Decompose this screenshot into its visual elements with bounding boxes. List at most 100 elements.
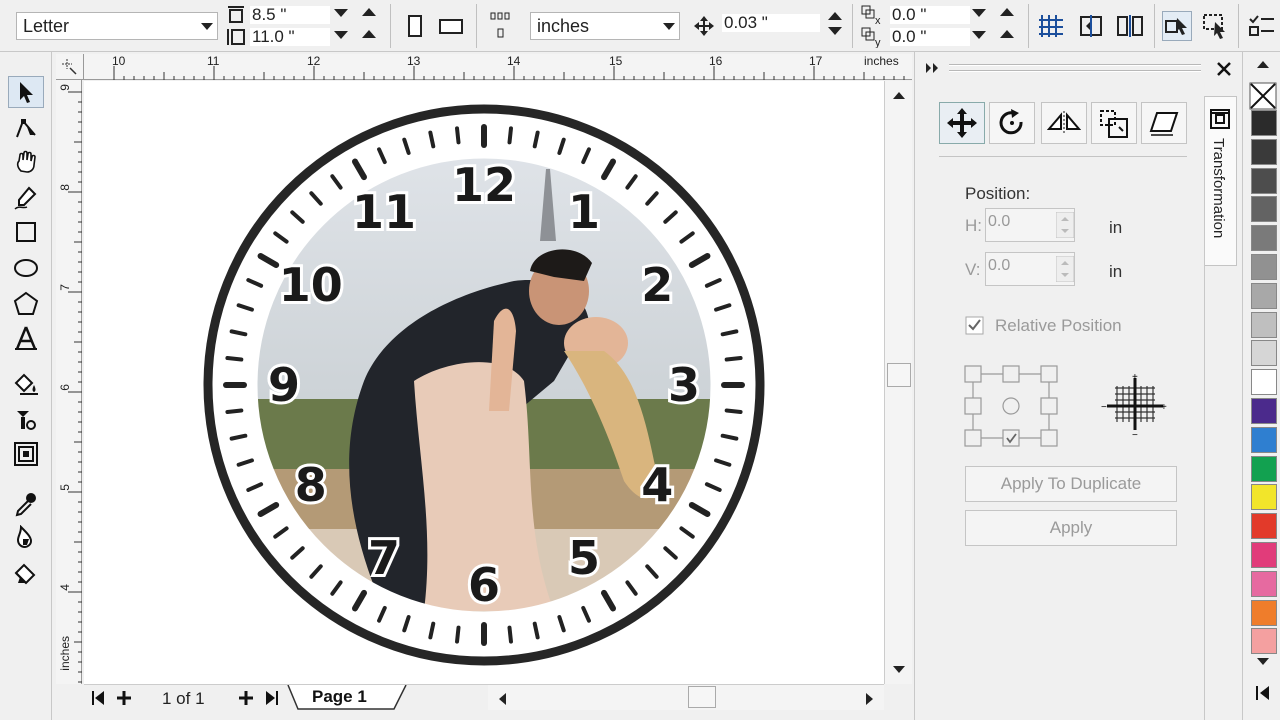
- shape-tool[interactable]: [8, 112, 44, 144]
- transformation-tab-label[interactable]: Transformation: [1210, 138, 1227, 238]
- color-swatch[interactable]: [1251, 282, 1277, 309]
- select-lasso-button[interactable]: [1200, 11, 1230, 41]
- last-page-icon[interactable]: [264, 689, 280, 707]
- color-swatch[interactable]: [1251, 513, 1277, 540]
- vertical-scroll-thumb[interactable]: [887, 363, 911, 387]
- vertical-scrollbar[interactable]: [884, 81, 912, 684]
- scroll-right-icon[interactable]: [864, 691, 876, 707]
- add-page-before-icon[interactable]: [116, 689, 132, 707]
- no-color-swatch[interactable]: [1249, 82, 1277, 110]
- color-swatch[interactable]: [1251, 196, 1277, 223]
- h-spinner-icon[interactable]: [1056, 212, 1074, 238]
- skew-icon: [1149, 112, 1179, 136]
- apply-to-duplicate-button[interactable]: Apply To Duplicate: [965, 466, 1177, 502]
- ruler-origin[interactable]: [56, 54, 84, 80]
- grid-snap-icon[interactable]: [1038, 13, 1064, 39]
- clock-minute-tick: [229, 329, 248, 337]
- color-swatch[interactable]: [1251, 484, 1277, 511]
- fill-tool[interactable]: [8, 368, 44, 400]
- docker-expand-icon[interactable]: [925, 62, 941, 74]
- page-width-input[interactable]: 8.5 ": [250, 6, 330, 24]
- color-swatch[interactable]: [1251, 138, 1277, 165]
- contour-tool[interactable]: [8, 438, 44, 470]
- guidelines-icon[interactable]: [1078, 13, 1104, 39]
- pan-tool[interactable]: [8, 146, 44, 178]
- h-position-input[interactable]: 0.0: [985, 208, 1075, 242]
- smart-fill-tool[interactable]: [8, 558, 44, 590]
- page-height-input[interactable]: 11.0 ": [250, 28, 330, 46]
- duplicate-y-input[interactable]: 0.0 ": [890, 28, 970, 46]
- portrait-button[interactable]: [400, 11, 430, 41]
- palette-scroll-up-icon[interactable]: [1255, 58, 1271, 70]
- clock-artwork[interactable]: 12 12 3 45 6 78 9 1011: [84, 81, 884, 684]
- size-tab-button[interactable]: [1091, 102, 1137, 144]
- scroll-left-icon[interactable]: [496, 691, 508, 707]
- vertical-ruler[interactable]: 9 8 7 6 5 4 inches: [56, 80, 82, 684]
- width-spin-down[interactable]: [334, 9, 348, 17]
- rotate-tab-button[interactable]: [989, 102, 1035, 144]
- color-swatch[interactable]: [1251, 599, 1277, 626]
- dupx-spin-up[interactable]: [1000, 8, 1014, 16]
- color-swatch[interactable]: [1251, 340, 1277, 367]
- scale-mirror-tab-button[interactable]: [1041, 102, 1087, 144]
- color-swatch[interactable]: [1251, 426, 1277, 453]
- snap-objects-icon[interactable]: [1116, 13, 1144, 39]
- dupy-spin-up[interactable]: [1000, 30, 1014, 38]
- width-spin-up[interactable]: [362, 8, 376, 16]
- pick-tool[interactable]: [8, 76, 44, 108]
- horizontal-scroll-thumb[interactable]: [688, 686, 716, 708]
- polygon-tool[interactable]: [8, 288, 44, 320]
- color-swatch[interactable]: [1251, 254, 1277, 280]
- dupy-spin-down[interactable]: [972, 31, 986, 39]
- color-swatch[interactable]: [1251, 455, 1277, 482]
- scroll-down-icon[interactable]: [891, 664, 907, 676]
- apply-button[interactable]: Apply: [965, 510, 1177, 546]
- freehand-tool[interactable]: [8, 182, 44, 214]
- color-swatch[interactable]: [1251, 628, 1277, 655]
- v-position-input[interactable]: 0.0: [985, 252, 1075, 286]
- skew-tab-button[interactable]: [1141, 102, 1187, 144]
- v-spinner-icon[interactable]: [1056, 256, 1074, 282]
- palette-flyout-icon[interactable]: [1255, 684, 1271, 702]
- eyedropper-tool[interactable]: [8, 404, 44, 436]
- nudge-input[interactable]: 0.03 ": [722, 14, 820, 32]
- anchor-point-grid[interactable]: [963, 362, 1067, 454]
- landscape-button[interactable]: [436, 11, 466, 41]
- color-eyedropper-tool[interactable]: [8, 488, 44, 520]
- units-dropdown[interactable]: inches: [530, 12, 680, 40]
- color-swatch[interactable]: [1251, 369, 1277, 396]
- height-spin-down[interactable]: [334, 31, 348, 39]
- add-page-after-icon[interactable]: [238, 689, 254, 707]
- interactive-fill-tool[interactable]: [8, 522, 44, 554]
- color-swatch[interactable]: [1251, 225, 1277, 252]
- duplicate-x-input[interactable]: 0.0 ": [890, 6, 970, 24]
- ellipse-tool[interactable]: [8, 252, 44, 284]
- position-tab-button[interactable]: [939, 102, 985, 144]
- first-page-icon[interactable]: [90, 689, 106, 707]
- relative-position-label[interactable]: Relative Position: [995, 316, 1122, 336]
- color-swatch[interactable]: [1251, 542, 1277, 568]
- treat-as-filled-button[interactable]: [1162, 11, 1192, 41]
- nudge-spin-down[interactable]: [828, 27, 842, 35]
- color-swatch[interactable]: [1251, 398, 1277, 424]
- dupx-spin-down[interactable]: [972, 9, 986, 17]
- color-swatch[interactable]: [1251, 570, 1277, 597]
- nudge-spin-up[interactable]: [828, 12, 842, 20]
- color-swatch[interactable]: [1251, 167, 1277, 194]
- page-tab-label[interactable]: Page 1: [312, 687, 367, 707]
- rectangle-tool[interactable]: [8, 216, 44, 248]
- relative-position-checkbox[interactable]: [965, 316, 985, 336]
- scroll-up-icon[interactable]: [891, 89, 907, 101]
- options-checklist-icon[interactable]: [1248, 13, 1276, 39]
- drawing-canvas[interactable]: 12 1 2 3 4 5 6 7 8 9 10 11: [84, 81, 884, 684]
- palette-scroll-down-icon[interactable]: [1255, 656, 1271, 668]
- color-swatch[interactable]: [1251, 311, 1277, 338]
- all-pages-button[interactable]: [486, 8, 516, 44]
- close-icon[interactable]: [1215, 60, 1233, 78]
- paper-size-dropdown[interactable]: Letter: [16, 12, 218, 40]
- height-spin-up[interactable]: [362, 30, 376, 38]
- text-tool[interactable]: [8, 322, 44, 354]
- horizontal-ruler[interactable]: 10 11 12 13 14 15 16 17 inches: [84, 54, 912, 80]
- horizontal-scrollbar[interactable]: [488, 684, 884, 710]
- color-swatch[interactable]: [1251, 110, 1277, 136]
